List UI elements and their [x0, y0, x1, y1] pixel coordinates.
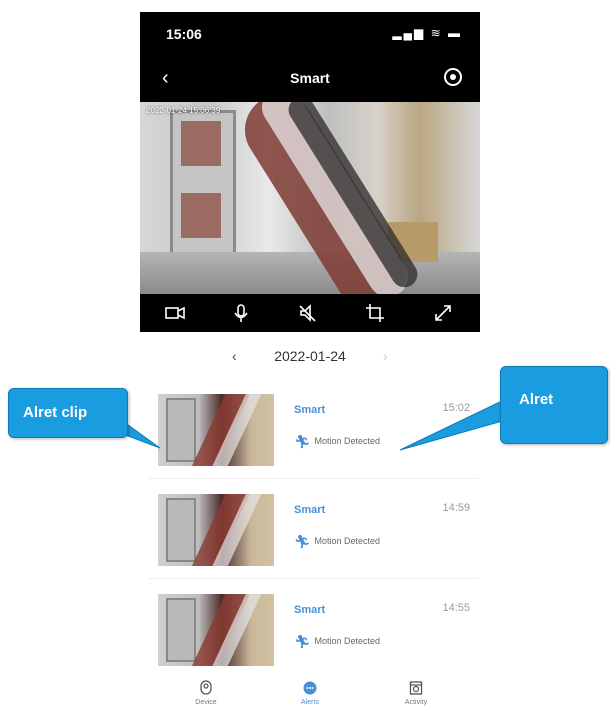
callout-alert: Alret [500, 366, 608, 444]
callout-alert-clip: Alret clip [8, 388, 128, 438]
callout-alert-text: Alret [519, 391, 554, 408]
callout-alert-pointer [399, 399, 507, 451]
callout-clip-text: Alret clip [23, 404, 88, 421]
callout-pointers [109, 399, 507, 451]
